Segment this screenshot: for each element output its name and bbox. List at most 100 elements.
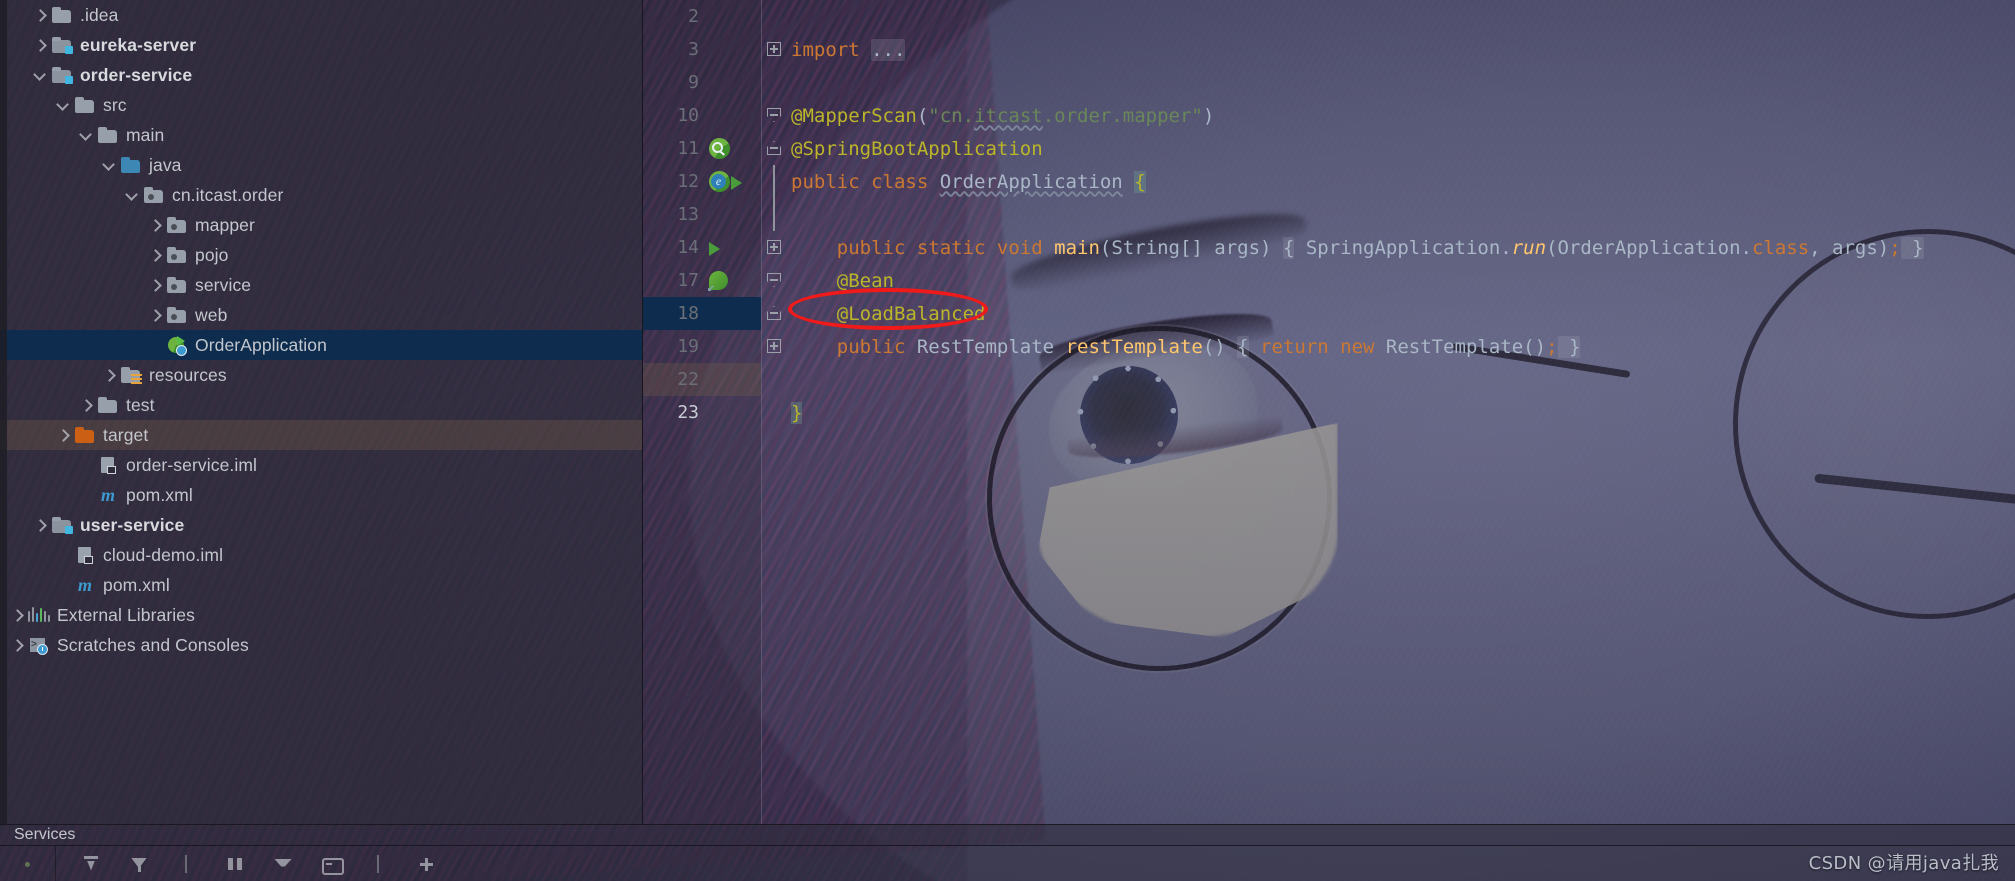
fold-region-start-icon[interactable] [767, 273, 781, 287]
run-main-gutter-icon[interactable] [709, 242, 720, 256]
gutter-icons[interactable] [705, 363, 761, 396]
tree-row-pojo[interactable]: pojo [0, 240, 642, 270]
gutter-icons[interactable] [705, 330, 761, 363]
chevron-down-icon[interactable] [102, 157, 118, 173]
gutter-icons[interactable] [705, 297, 761, 330]
chevron-down-icon[interactable] [79, 127, 95, 143]
fold-column[interactable] [761, 264, 787, 297]
editor-code-area[interactable]: 2 3 import ... 9 10 @MapperScan("cn.itcast.or… [643, 0, 2015, 429]
project-tree[interactable]: .idea eureka-server order-service src main ja… [0, 0, 642, 660]
chevron-right-icon[interactable] [79, 397, 95, 413]
gutter-icons[interactable] [705, 0, 761, 33]
fold-column[interactable] [761, 231, 787, 264]
tree-row-pom-xml[interactable]: m pom.xml [0, 570, 642, 600]
fold-region-end-icon[interactable] [767, 141, 781, 155]
services-tool-window-header[interactable]: Services [0, 824, 2015, 846]
tree-row-web[interactable]: web [0, 300, 642, 330]
code-line-9[interactable]: 9 [643, 66, 2015, 99]
chevron-right-icon[interactable] [148, 307, 164, 323]
gutter-icons[interactable] [705, 198, 761, 231]
tree-row-test[interactable]: test [0, 390, 642, 420]
fold-expand-icon[interactable] [767, 240, 781, 254]
code-line-3[interactable]: 3 import ... [643, 33, 2015, 66]
chevron-right-icon[interactable] [148, 247, 164, 263]
tree-row-idea[interactable]: .idea [0, 0, 642, 30]
chevron-right-icon[interactable] [56, 427, 72, 443]
tree-row-target[interactable]: target [0, 420, 642, 450]
code-text[interactable]: public static void main(String[] args) {… [787, 236, 1924, 259]
fold-region-bar[interactable] [773, 165, 775, 198]
fold-region-end-icon[interactable] [767, 306, 781, 320]
chevron-right-icon[interactable] [10, 637, 26, 653]
fold-column[interactable] [761, 198, 787, 231]
chevron-right-icon[interactable] [33, 7, 49, 23]
console-icon[interactable] [320, 854, 344, 875]
chevron-right-icon[interactable] [148, 277, 164, 293]
fold-column[interactable] [761, 66, 787, 99]
code-text[interactable]: } [787, 401, 803, 424]
services-toolbar[interactable] [0, 846, 2015, 881]
code-text[interactable]: @SpringBootApplication [787, 138, 1043, 160]
gutter-icons[interactable] [705, 231, 761, 264]
tree-row-cloud-demo-iml[interactable]: cloud-demo.iml [0, 540, 642, 570]
rerun-icon[interactable] [80, 854, 102, 874]
code-line-10[interactable]: 10 @MapperScan("cn.itcast.order.mapper") [643, 99, 2015, 132]
chevron-right-icon[interactable] [148, 217, 164, 233]
code-line-13[interactable]: 13 [643, 198, 2015, 231]
fold-column[interactable] [761, 396, 787, 429]
project-tool-window[interactable]: .idea eureka-server order-service src main ja… [0, 0, 643, 824]
fold-column[interactable] [761, 297, 787, 330]
fold-column[interactable] [761, 165, 787, 198]
tree-row-service[interactable]: service [0, 270, 642, 300]
code-line-14[interactable]: 14 public static void main(String[] args… [643, 231, 2015, 264]
tree-row-order-service[interactable]: order-service [0, 60, 642, 90]
chevron-down-icon[interactable] [125, 187, 141, 203]
chevron-right-icon[interactable] [33, 517, 49, 533]
code-line-22[interactable]: 22 [643, 363, 2015, 396]
tree-row-pom-xml[interactable]: m pom.xml [0, 480, 642, 510]
tree-row-main[interactable]: main [0, 120, 642, 150]
tree-row-scratches-and-consoles[interactable]: > Scratches and Consoles [0, 630, 642, 660]
gutter-icons[interactable] [705, 396, 761, 429]
add-icon[interactable] [416, 854, 438, 874]
code-text[interactable]: @LoadBalanced [787, 303, 986, 325]
tree-row-orderapplication[interactable]: OrderApplication [0, 330, 642, 360]
fold-region-bar[interactable] [773, 198, 775, 231]
code-line-11[interactable]: 11 @SpringBootApplication [643, 132, 2015, 165]
code-line-17[interactable]: 17 ↙ @Bean [643, 264, 2015, 297]
fold-column[interactable] [761, 99, 787, 132]
code-line-2[interactable]: 2 [643, 0, 2015, 33]
code-line-18[interactable]: 18 @LoadBalanced [643, 297, 2015, 330]
code-text[interactable]: public RestTemplate restTemplate() { ret… [787, 335, 1581, 358]
chevron-down-icon[interactable] [56, 97, 72, 113]
tree-row-resources[interactable]: resources [0, 360, 642, 390]
code-text[interactable]: public class OrderApplication { [787, 170, 1146, 193]
tree-row-external-libraries[interactable]: External Libraries [0, 600, 642, 630]
chevron-right-icon[interactable] [102, 367, 118, 383]
tool-window-stripe[interactable] [0, 0, 7, 824]
fold-expand-icon[interactable] [767, 42, 781, 56]
tree-row-order-service-iml[interactable]: order-service.iml [0, 450, 642, 480]
tree-row-mapper[interactable]: mapper [0, 210, 642, 240]
code-text[interactable]: import ... [787, 38, 906, 61]
tree-row-src[interactable]: src [0, 90, 642, 120]
fold-region-start-icon[interactable] [767, 108, 781, 122]
tree-row-user-service[interactable]: user-service [0, 510, 642, 540]
gutter-icons[interactable] [705, 66, 761, 99]
code-line-12[interactable]: 12 e public class OrderApplication { [643, 165, 2015, 198]
gutter-icons[interactable]: ↙ [705, 264, 761, 297]
fold-column[interactable] [761, 363, 787, 396]
tree-row-cn-itcast-order[interactable]: cn.itcast.order [0, 180, 642, 210]
fold-column[interactable] [761, 132, 787, 165]
gutter-icons[interactable]: e [705, 165, 761, 198]
fold-expand-icon[interactable] [767, 339, 781, 353]
code-editor[interactable]: 2 3 import ... 9 10 @MapperScan("cn.itcast.or… [643, 0, 2015, 824]
gutter-icons[interactable] [705, 99, 761, 132]
gutter-icons[interactable] [705, 33, 761, 66]
chevron-right-icon[interactable] [33, 37, 49, 53]
chevron-right-icon[interactable] [10, 607, 26, 623]
gutter-icons[interactable] [705, 132, 761, 165]
tree-row-java[interactable]: java [0, 150, 642, 180]
code-text[interactable]: @MapperScan("cn.itcast.order.mapper") [787, 105, 1214, 127]
fold-column[interactable] [761, 0, 787, 33]
